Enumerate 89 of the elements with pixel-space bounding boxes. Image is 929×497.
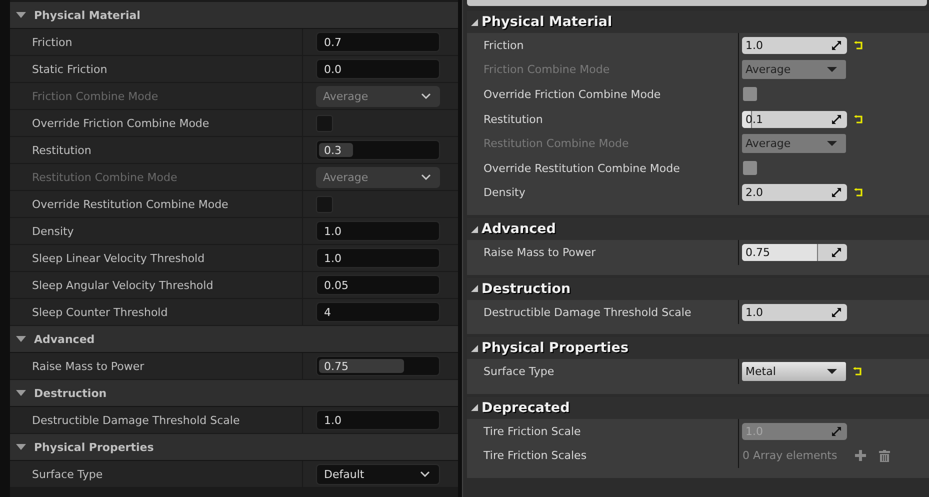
property-label: Friction [32,36,72,48]
caret-icon [826,141,837,146]
section-header[interactable]: Destruction [10,380,458,407]
property-label: Sleep Linear Velocity Threshold [32,252,205,264]
search-field[interactable] [466,0,927,6]
caret-icon [826,67,837,72]
number-field[interactable]: 0.0 [316,59,440,79]
number-field[interactable]: 1.0 [742,304,847,321]
section-title: Advanced [482,221,556,238]
resize-arrows-icon [832,114,841,124]
section-header[interactable]: Physical Properties [10,434,458,461]
property-label: Static Friction [32,62,108,76]
section-header[interactable]: Deprecated [466,396,929,419]
number-field[interactable]: 0.75 [742,244,847,261]
property-label: Tire Friction Scale [484,424,581,438]
property-label: Tire Friction Scales [484,449,587,462]
section-title: Physical Material [34,8,140,22]
chevron-down-icon [421,174,431,180]
property-label: Friction Combine Mode [32,90,158,102]
number-field[interactable]: 1.0 [316,410,440,430]
property-label: Restitution [32,144,92,156]
property-label: Destructible Damage Threshold Scale [484,306,692,319]
array-count: 0 Array elements [742,449,838,462]
chevron-down-icon [420,471,430,477]
property-label: Friction [484,38,524,52]
checkbox[interactable] [742,161,757,176]
dropdown[interactable]: Metal [742,362,846,382]
section-title: Physical Properties [482,340,628,356]
number-field[interactable]: 1.0 [316,248,440,268]
collapse-triangle-icon [470,285,478,292]
property-label: Density [32,224,74,238]
section-title: Physical Properties [34,440,154,454]
section-title: Physical Material [482,14,612,30]
property-label: Restitution Combine Mode [32,170,178,184]
checkbox[interactable] [316,196,333,212]
plus-icon [855,450,866,462]
property-label: Override Restitution Combine Mode [32,198,228,210]
section-title: Deprecated [482,400,570,416]
number-field[interactable]: 0.7 [316,32,440,52]
number-field[interactable]: 0.1 [742,110,847,128]
dropdown[interactable]: Default [316,464,440,484]
resize-arrows-icon [832,308,841,317]
property-label: Sleep Angular Velocity Threshold [32,278,214,292]
number-field[interactable]: 0.75 [316,356,440,376]
resize-arrows-icon [832,248,841,257]
number-field[interactable]: 1.0 [316,221,440,241]
collapse-triangle-icon [16,12,26,18]
section-header[interactable]: Destruction [466,278,929,300]
number-field[interactable]: 2.0 [742,184,847,202]
section-title: Advanced [34,332,95,346]
property-label: Surface Type [32,468,103,480]
resize-arrows-icon [832,40,841,50]
trash-icon [879,450,890,462]
property-label: Restitution Combine Mode [484,137,629,150]
section-header[interactable]: Advanced [466,218,929,240]
property-label: Destructible Damage Threshold Scale [32,414,240,426]
resize-arrows-icon [832,426,841,436]
collapse-triangle-icon [470,404,478,412]
number-field[interactable]: 0.05 [316,275,440,295]
property-label: Sleep Counter Threshold [32,306,168,318]
section-header[interactable]: Physical Material [10,2,458,29]
property-label: Density [484,186,526,200]
collapse-triangle-icon [16,390,26,396]
section-title: Destruction [482,280,571,297]
property-label: Restitution [484,112,543,126]
number-field[interactable]: 0.3 [316,140,440,160]
checkbox[interactable] [316,114,333,132]
section-header[interactable]: Advanced [10,326,458,353]
resize-arrows-icon [832,188,841,198]
caret-icon [826,369,837,374]
property-label: Override Restitution Combine Mode [484,162,680,175]
number-field[interactable]: 1.0 [742,36,847,54]
collapse-triangle-icon [470,18,478,26]
property-label: Surface Type [484,365,554,378]
property-label: Raise Mass to Power [32,360,144,372]
checkbox[interactable] [742,87,757,102]
chevron-down-icon [421,93,431,99]
section-header[interactable]: Physical Material [466,11,929,33]
collapse-triangle-icon [470,344,478,352]
property-label: Override Friction Combine Mode [32,116,210,130]
property-label: Friction Combine Mode [484,63,610,76]
section-title: Destruction [34,386,107,400]
property-label: Raise Mass to Power [484,246,596,259]
number-field[interactable]: 4 [316,302,440,322]
section-header[interactable]: Physical Properties [466,337,929,360]
collapse-triangle-icon [16,336,26,342]
collapse-triangle-icon [470,226,478,233]
collapse-triangle-icon [16,444,26,450]
property-label: Override Friction Combine Mode [484,88,661,101]
